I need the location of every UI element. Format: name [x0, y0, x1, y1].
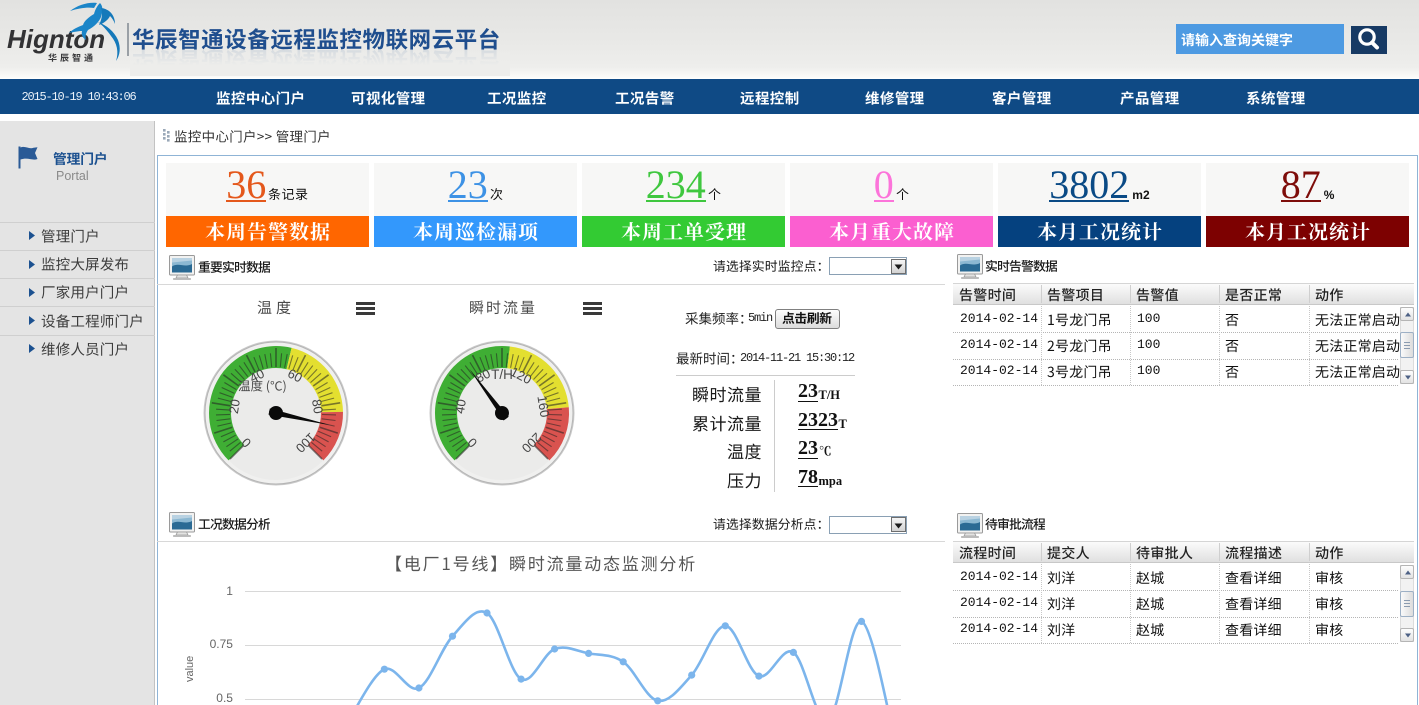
svg-text:80: 80 [309, 398, 326, 415]
svg-text:T/H: T/H [491, 367, 513, 382]
svg-text:20: 20 [226, 398, 243, 415]
svg-text:40: 40 [452, 398, 469, 415]
